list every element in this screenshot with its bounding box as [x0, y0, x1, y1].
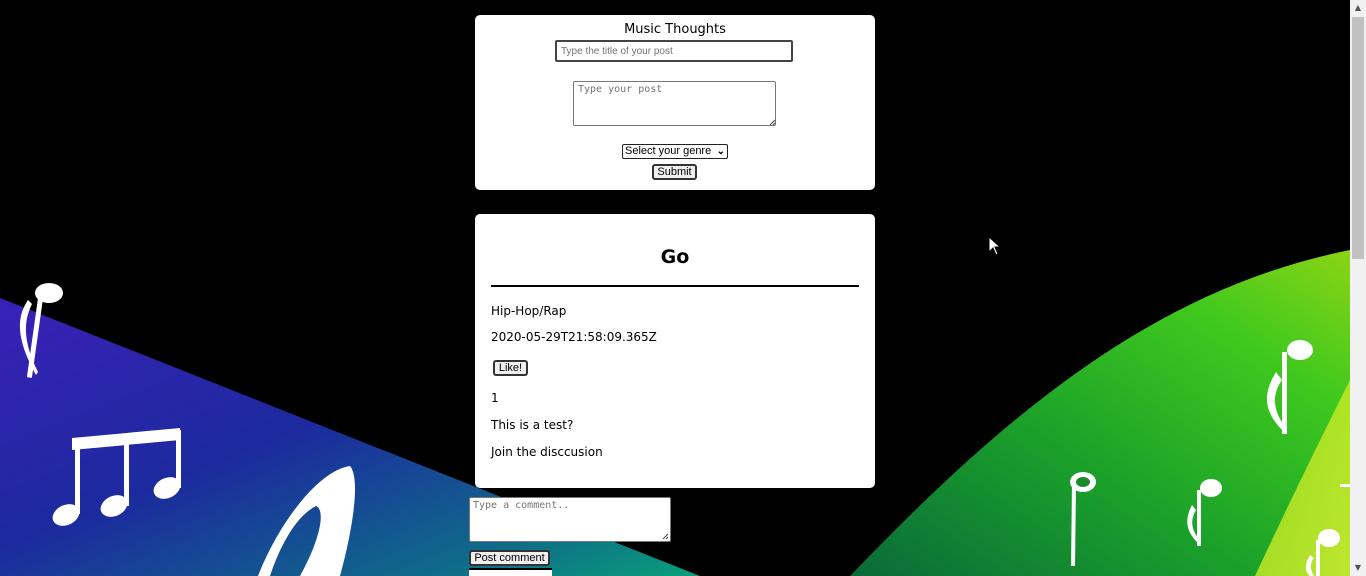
post-title-input[interactable]: [555, 40, 793, 62]
comment-textarea[interactable]: [469, 497, 671, 542]
post-genre: Hip-Hop/Rap: [491, 304, 567, 318]
post-timestamp: 2020-05-29T21:58:09.365Z: [491, 330, 657, 344]
post-body-textarea[interactable]: [573, 81, 776, 126]
genre-select[interactable]: Select your genre ⌄: [622, 144, 728, 159]
page: Music Thoughts Select your genre ⌄ Submi…: [0, 0, 1366, 576]
genre-select-value: Select your genre: [625, 145, 712, 157]
chevron-down-icon: ⌄: [716, 146, 725, 157]
new-post-form: Music Thoughts Select your genre ⌄ Submi…: [475, 15, 875, 190]
title-divider: [491, 285, 859, 287]
submit-button[interactable]: Submit: [652, 164, 697, 180]
scroll-down-arrow-icon[interactable]: ▼: [1350, 560, 1366, 576]
post-title: Go: [660, 246, 690, 268]
post-comment-button[interactable]: Post comment: [469, 550, 550, 566]
scrollbar-thumb[interactable]: [1352, 17, 1364, 259]
post-card: Go Hip-Hop/Rap 2020-05-29T21:58:09.365Z …: [475, 214, 875, 488]
mouse-pointer-icon: [988, 236, 1002, 256]
scroll-up-arrow-icon[interactable]: ▲: [1350, 0, 1366, 16]
post-body: This is a test?: [491, 418, 574, 432]
like-count: 1: [491, 391, 499, 405]
vertical-scrollbar[interactable]: ▲ ▼: [1350, 0, 1366, 576]
join-discussion-label: Join the disccusion: [491, 445, 603, 459]
next-card-edge: [469, 568, 552, 576]
like-button[interactable]: Like!: [493, 360, 528, 376]
form-title: Music Thoughts: [624, 22, 726, 37]
